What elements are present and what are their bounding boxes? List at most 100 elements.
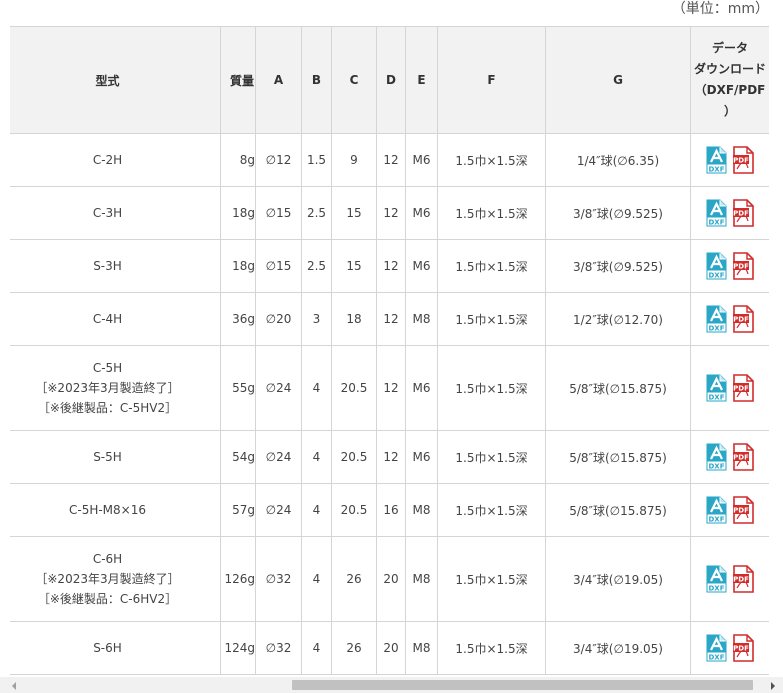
cell-download: DXF PDF [690,345,769,431]
cell-f: 1.5巾×1.5深 [437,536,546,622]
scroll-right-arrow-icon[interactable] [771,682,775,690]
cell-model: S-3H [10,239,221,293]
cell-e: M6 [405,239,438,293]
spec-table-scroll-area[interactable]: 型式 質量 A B C D E F G データ ダウンロード （DXF/PDF … [10,26,769,677]
cell-d: 12 [376,133,406,187]
pdf-label: PDF [733,385,749,393]
cell-d: 16 [376,483,406,537]
model-note: ［※2023年3月製造終了］ [35,572,180,586]
dxf-download-icon[interactable]: DXF [706,305,727,333]
header-model: 型式 [10,26,221,134]
dxf-download-icon[interactable]: DXF [706,496,727,524]
cell-b: 2.5 [301,186,332,240]
pdf-download-icon[interactable]: PDF [733,374,754,402]
dxf-label: DXF [709,463,725,471]
cell-d: 12 [376,186,406,240]
cell-e: M6 [405,186,438,240]
cell-mass: 126g [220,536,256,622]
cell-d: 20 [376,536,406,622]
pdf-download-icon[interactable]: PDF [733,634,754,662]
dxf-download-icon[interactable]: DXF [706,252,727,280]
pdf-download-icon[interactable]: PDF [733,565,754,593]
pdf-label: PDF [733,507,749,515]
header-mass: 質量 [220,26,256,134]
cell-a: ∅20 [255,292,302,346]
cell-f: 1.5巾×1.5深 [437,483,546,537]
pdf-download-icon[interactable]: PDF [733,305,754,333]
cell-a: ∅15 [255,239,302,293]
pdf-download-icon[interactable]: PDF [733,443,754,471]
header-download-line3: （DXF/PDF [694,83,766,97]
cell-c: 20.5 [331,345,377,431]
cell-model: C-5H ［※2023年3月製造終了］ ［※後継製品：C-5HV2］ [10,345,221,431]
cell-a: ∅24 [255,345,302,431]
table-row: C-4H 36g ∅20 3 18 12 M8 1.5巾×1.5深 1/2″球(∅12.70) D… [10,292,769,346]
model-name: C-4H [92,312,123,326]
table-row: S-5H 54g ∅24 4 20.5 12 M6 1.5巾×1.5深 5/8″球(∅15.87… [10,430,769,484]
cell-d: 12 [376,239,406,293]
cell-download: DXF PDF [690,292,769,346]
dxf-download-icon[interactable]: DXF [706,146,727,174]
cell-d: 20 [376,621,406,675]
cell-c: 15 [331,186,377,240]
cell-f: 1.5巾×1.5深 [437,186,546,240]
cell-c: 26 [331,536,377,622]
model-name: S-6H [93,641,122,655]
model-name: S-3H [93,259,122,273]
header-mass-label: 質量 [229,73,254,88]
header-a: A [255,26,302,134]
cell-b: 4 [301,345,332,431]
cell-e: M8 [405,621,438,675]
cell-f: 1.5巾×1.5深 [437,133,546,187]
dxf-download-icon[interactable]: DXF [706,443,727,471]
cell-e: M6 [405,133,438,187]
table-row: C-5H ［※2023年3月製造終了］ ［※後継製品：C-5HV2］ 55g ∅24 4 2… [10,345,769,431]
table-row: C-3H 18g ∅15 2.5 15 12 M6 1.5巾×1.5深 3/8″球(∅9.525… [10,186,769,240]
cell-g: 3/4″球(∅19.05) [545,621,691,675]
dxf-download-icon[interactable]: DXF [706,634,727,662]
cell-c: 18 [331,292,377,346]
cell-model: S-6H [10,621,221,675]
dxf-download-icon[interactable]: DXF [706,374,727,402]
dxf-download-icon[interactable]: DXF [706,199,727,227]
cell-b: 4 [301,483,332,537]
table-header-row: 型式 質量 A B C D E F G データ ダウンロード （DXF/PDF … [10,26,769,134]
cell-mass: 55g [220,345,256,431]
cell-g: 1/2″球(∅12.70) [545,292,691,346]
cell-e: M8 [405,536,438,622]
pdf-download-icon[interactable]: PDF [733,199,754,227]
horizontal-scrollbar[interactable] [0,677,783,693]
cell-model: S-5H [10,430,221,484]
cell-download: DXF PDF [690,186,769,240]
cell-b: 4 [301,536,332,622]
cell-mass: 124g [220,621,256,675]
cell-b: 3 [301,292,332,346]
header-download-line1: データ [711,41,748,55]
cell-mass: 57g [220,483,256,537]
pdf-download-icon[interactable]: PDF [733,496,754,524]
pdf-label: PDF [733,316,749,324]
dxf-label: DXF [709,272,725,280]
cell-download: DXF PDF [690,133,769,187]
cell-a: ∅32 [255,621,302,675]
dxf-download-icon[interactable]: DXF [706,565,727,593]
table-row: C-5H-M8×16 57g ∅24 4 20.5 16 M8 1.5巾×1.5深 5/8″球(… [10,483,769,537]
cell-model: C-5H-M8×16 [10,483,221,537]
model-name: C-5H-M8×16 [68,503,146,517]
header-e: E [405,26,438,134]
model-note: ［※後継製品：C-6HV2］ [37,592,178,606]
cell-g: 5/8″球(∅15.875) [545,345,691,431]
cell-mass: 18g [220,186,256,240]
cell-c: 15 [331,239,377,293]
scrollbar-thumb[interactable] [292,680,753,690]
pdf-download-icon[interactable]: PDF [733,252,754,280]
pdf-download-icon[interactable]: PDF [733,146,754,174]
cell-g: 3/4″球(∅19.05) [545,536,691,622]
header-g: G [545,26,691,134]
cell-g: 3/8″球(∅9.525) [545,186,691,240]
cell-c: 26 [331,621,377,675]
pdf-label: PDF [733,645,749,653]
scroll-left-arrow-icon[interactable] [12,682,16,690]
table-row: C-2H 8g ∅12 1.5 9 12 M6 1.5巾×1.5深 1/4″球(∅6.35) DX… [10,133,769,187]
table-row: S-6H 124g ∅32 4 26 20 M8 1.5巾×1.5深 3/4″球(∅19.05)… [10,621,769,675]
